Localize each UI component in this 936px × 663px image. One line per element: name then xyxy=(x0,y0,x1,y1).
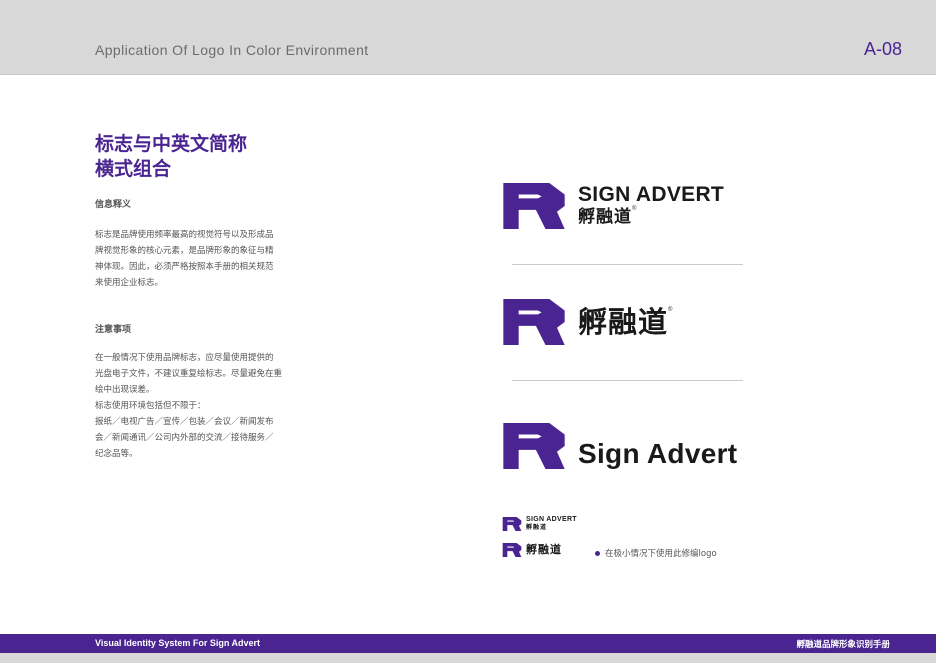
r-logo-mark xyxy=(502,299,566,345)
logo-small-cn: 孵融道 xyxy=(502,543,562,557)
footer-left-text: Visual Identity System For Sign Advert xyxy=(95,638,261,648)
registered-mark: ® xyxy=(632,206,637,212)
logo-en-mixed: Sign Advert xyxy=(578,438,738,469)
page-header: Application Of Logo In Color Environment… xyxy=(0,0,936,75)
logo-combo-en: Sign Advert xyxy=(502,415,737,477)
r-logo-mark xyxy=(502,183,566,229)
logo-cn: 孵融道 xyxy=(526,543,562,556)
logo-combo-stacked: SIGN ADVERT 孵融道 ® xyxy=(502,183,724,229)
footer-right-text: 孵融道品牌形象识别手册 xyxy=(796,640,890,650)
logo-cn: 孵融道 xyxy=(526,524,548,531)
r-logo-mark xyxy=(502,517,522,531)
small-logo-note: 在极小情况下使用此修编logo xyxy=(595,547,717,559)
logo-small-stacked: SIGN ADVERT 孵融道 xyxy=(502,516,577,531)
info-line: 牌视觉形象的核心元素，是品牌形象的象征与精 xyxy=(95,246,274,256)
logo-cn: 孵融道 xyxy=(578,305,669,339)
page-footer: Visual Identity System For Sign Advert 孵… xyxy=(0,634,936,653)
header-title: Application Of Logo In Color Environment xyxy=(95,42,369,58)
divider xyxy=(512,264,743,265)
logo-en-upper: SIGN ADVERT xyxy=(578,183,725,206)
notes-line: 光盘电子文件，不建议重复绘标志。尽量避免在重 xyxy=(95,369,283,379)
logo-cn: 孵融道 xyxy=(578,207,632,227)
info-paragraph: 标志是品牌使用频率最高的视觉符号以及形成品 牌视觉形象的核心元素，是品牌形象的象… xyxy=(95,227,295,291)
bullet-dot-icon xyxy=(595,550,600,556)
footer-strip xyxy=(0,653,936,663)
section-title-line1: 标志与中英文简称 xyxy=(95,133,248,155)
notes-paragraph: 在一般情况下使用品牌标志，应尽量使用提供的 光盘电子文件，不建议重复绘标志。尽量… xyxy=(95,350,295,462)
page-number: A-08 xyxy=(863,39,902,59)
info-label: 信息释义 xyxy=(95,200,132,210)
notes-line: 标志使用环境包括但不限于： xyxy=(95,401,206,411)
registered-mark: ® xyxy=(668,307,673,313)
note-text: 在极小情况下使用此修编logo xyxy=(605,549,717,559)
notes-line: 绘中出现误差。 xyxy=(95,385,155,395)
section-title: 标志与中英文简称 横式组合 xyxy=(95,132,315,182)
notes-line: 在一般情况下使用品牌标志，应尽量使用提供的 xyxy=(95,353,274,363)
r-logo-mark xyxy=(502,543,522,557)
notes-line: 纪念品等。 xyxy=(95,449,138,459)
section-title-line2: 横式组合 xyxy=(95,158,172,180)
info-line: 神体现。因此，必须严格按照本手册的相关规范 xyxy=(95,262,274,272)
info-line: 标志是品牌使用频率最高的视觉符号以及形成品 xyxy=(95,230,274,240)
divider xyxy=(512,380,743,381)
notes-label: 注意事项 xyxy=(95,325,132,335)
notes-line: 报纸／电视广告／宣传／包装／会议／新闻发布 xyxy=(95,417,274,427)
logo-combo-cn: 孵融道 ® xyxy=(502,299,672,345)
logo-en-upper: SIGN ADVERT xyxy=(526,516,577,523)
notes-line: 会／新闻通讯／公司内外部的交流／接待服务／ xyxy=(95,433,274,443)
info-line: 来使用企业标志。 xyxy=(95,278,164,288)
r-logo-mark xyxy=(502,423,566,469)
